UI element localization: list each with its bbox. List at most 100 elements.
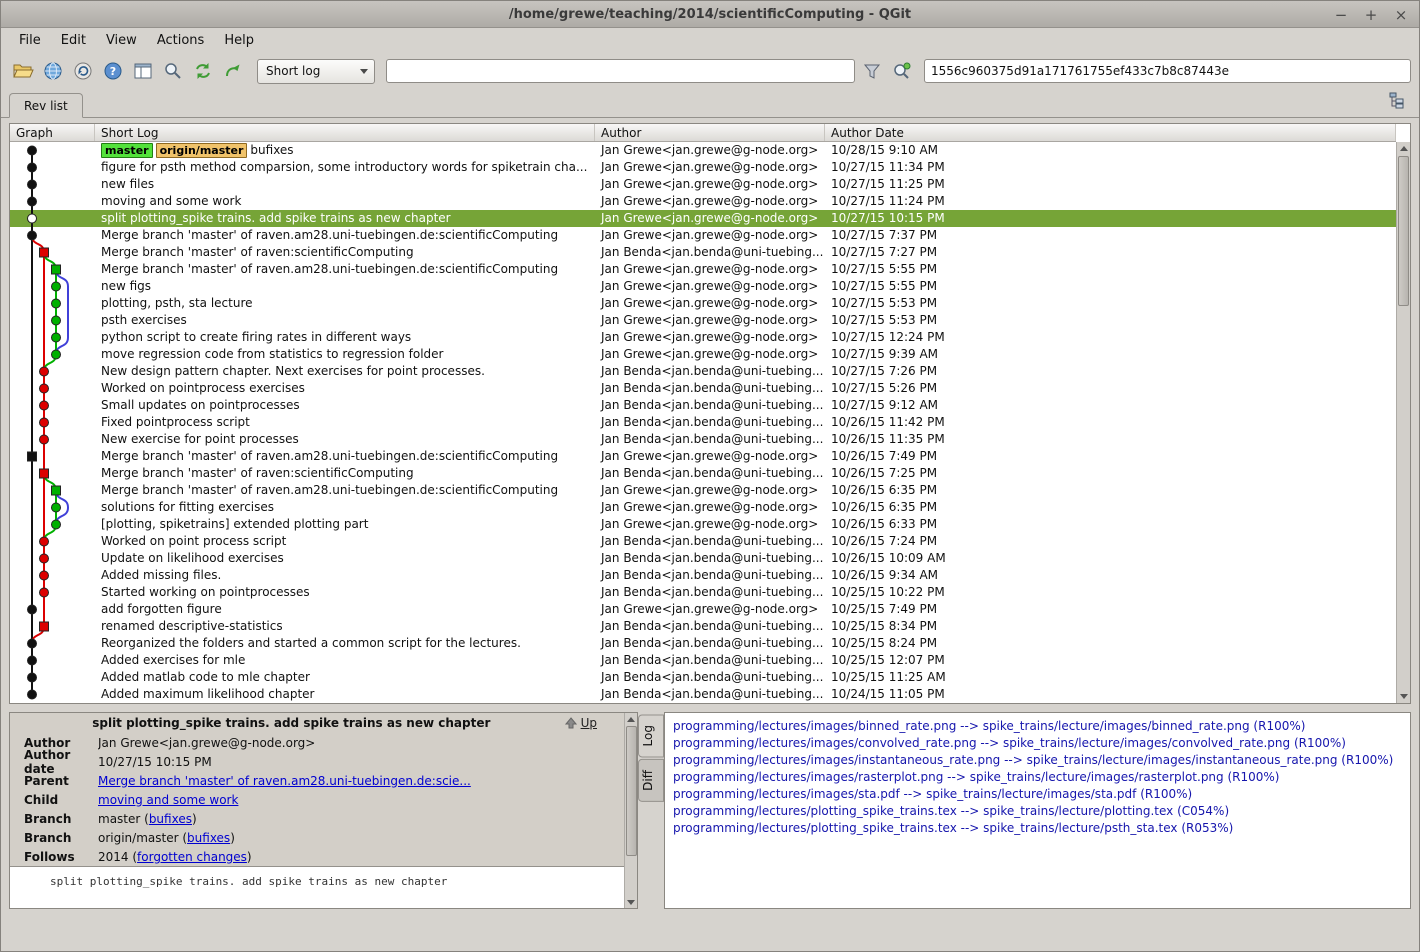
commit-row[interactable]: Merge branch 'master' of raven.am28.uni-… bbox=[10, 482, 1396, 499]
highlight-search-button[interactable] bbox=[888, 58, 915, 85]
commit-row[interactable]: Fixed pointprocess scriptJan Benda<jan.b… bbox=[10, 414, 1396, 431]
commit-row[interactable]: new figsJan Grewe<jan.grewe@g-node.org>1… bbox=[10, 278, 1396, 295]
commit-row[interactable]: figure for psth method comparsion, some … bbox=[10, 159, 1396, 176]
maximize-button[interactable]: + bbox=[1363, 6, 1379, 24]
file-rename-entry[interactable]: programming/lectures/images/binned_rate.… bbox=[673, 718, 1402, 735]
help-icon: ? bbox=[103, 61, 123, 81]
menu-view[interactable]: View bbox=[98, 30, 145, 51]
detail-label: Branch bbox=[10, 831, 98, 845]
detail-link[interactable]: bufixes bbox=[149, 812, 192, 826]
commit-author: Jan Grewe<jan.grewe@g-node.org> bbox=[595, 261, 825, 278]
commit-row[interactable]: python script to create firing rates in … bbox=[10, 329, 1396, 346]
commit-row[interactable]: Update on likelihood exercisesJan Benda<… bbox=[10, 550, 1396, 567]
help-button[interactable]: ? bbox=[99, 58, 126, 85]
column-header-short-log[interactable]: Short Log bbox=[95, 124, 595, 141]
commit-row[interactable]: masterorigin/masterbufixesJan Grewe<jan.… bbox=[10, 142, 1396, 159]
commit-subject: Fixed pointprocess script bbox=[101, 414, 250, 431]
commit-row[interactable]: Worked on point process scriptJan Benda<… bbox=[10, 533, 1396, 550]
details-scrollbar[interactable] bbox=[624, 713, 637, 908]
detail-link[interactable]: moving and some work bbox=[98, 793, 238, 807]
file-rename-entry[interactable]: programming/lectures/images/instantaneou… bbox=[673, 752, 1402, 769]
commit-row[interactable]: moving and some workJan Grewe<jan.grewe@… bbox=[10, 193, 1396, 210]
commit-row[interactable]: Added maximum likelihood chapterJan Bend… bbox=[10, 686, 1396, 703]
horizontal-splitter[interactable] bbox=[1, 704, 1419, 712]
detail-link[interactable]: bufixes bbox=[187, 831, 230, 845]
detail-link[interactable]: Merge branch 'master' of raven.am28.uni-… bbox=[98, 774, 471, 788]
revision-filter-input[interactable] bbox=[386, 59, 855, 83]
commit-log-cell: Added maximum likelihood chapter bbox=[95, 686, 595, 703]
commit-row[interactable]: Added matlab code to mle chapterJan Bend… bbox=[10, 669, 1396, 686]
commit-row[interactable]: Merge branch 'master' of raven.am28.uni-… bbox=[10, 448, 1396, 465]
sha-input[interactable] bbox=[924, 59, 1411, 83]
open-repository-button[interactable] bbox=[9, 58, 36, 85]
detail-value: 2014 (forgotten changes) bbox=[98, 850, 268, 864]
commit-log-cell: Merge branch 'master' of raven.am28.uni-… bbox=[95, 448, 595, 465]
refresh-button[interactable] bbox=[189, 58, 216, 85]
commit-row[interactable]: add forgotten figureJan Grewe<jan.grewe@… bbox=[10, 601, 1396, 618]
tab-diff[interactable]: Diff bbox=[638, 759, 664, 802]
commit-row[interactable]: Merge branch 'master' of raven.am28.uni-… bbox=[10, 227, 1396, 244]
scrollbar-thumb[interactable] bbox=[1398, 156, 1409, 306]
column-header-author[interactable]: Author bbox=[595, 124, 825, 141]
column-header-author-date[interactable]: Author Date bbox=[825, 124, 1396, 141]
commit-row[interactable]: Merge branch 'master' of raven:scientifi… bbox=[10, 244, 1396, 261]
reload-button[interactable] bbox=[219, 58, 246, 85]
close-button[interactable]: × bbox=[1393, 6, 1409, 24]
back-button[interactable] bbox=[69, 58, 96, 85]
commit-author: Jan Benda<jan.benda@uni-tuebing... bbox=[595, 465, 825, 482]
commit-row[interactable]: Reorganized the folders and started a co… bbox=[10, 635, 1396, 652]
commit-author: Jan Grewe<jan.grewe@g-node.org> bbox=[595, 278, 825, 295]
commit-row[interactable]: Merge branch 'master' of raven:scientifi… bbox=[10, 465, 1396, 482]
commit-row[interactable]: Merge branch 'master' of raven.am28.uni-… bbox=[10, 261, 1396, 278]
column-header-graph[interactable]: Graph bbox=[10, 124, 95, 141]
commit-row[interactable]: split plotting_spike trains. add spike t… bbox=[10, 210, 1396, 227]
commit-date: 10/24/15 11:05 PM bbox=[825, 686, 1396, 703]
commit-row[interactable]: New design pattern chapter. Next exercis… bbox=[10, 363, 1396, 380]
commit-row[interactable]: [plotting, spiketrains] extended plottin… bbox=[10, 516, 1396, 533]
scroll-up-arrow[interactable] bbox=[1397, 142, 1410, 155]
minimize-button[interactable]: − bbox=[1333, 6, 1349, 24]
commit-row[interactable]: Worked on pointprocess exercisesJan Bend… bbox=[10, 380, 1396, 397]
file-rename-entry[interactable]: programming/lectures/plotting_spike_trai… bbox=[673, 820, 1402, 837]
tab-log[interactable]: Log bbox=[638, 714, 664, 757]
commit-row[interactable]: Started working on pointprocessesJan Ben… bbox=[10, 584, 1396, 601]
tab-rev-list[interactable]: Rev list bbox=[9, 93, 83, 118]
commit-row[interactable]: plotting, psth, sta lectureJan Grewe<jan… bbox=[10, 295, 1396, 312]
up-button[interactable]: Up bbox=[565, 716, 597, 730]
commit-log-cell: Reorganized the folders and started a co… bbox=[95, 635, 595, 652]
commit-subject: Added matlab code to mle chapter bbox=[101, 669, 310, 686]
commit-row[interactable]: renamed descriptive-statisticsJan Benda<… bbox=[10, 618, 1396, 635]
scrollbar-thumb[interactable] bbox=[626, 726, 637, 856]
browse-button[interactable] bbox=[39, 58, 66, 85]
file-rename-entry[interactable]: programming/lectures/plotting_spike_trai… bbox=[673, 803, 1402, 820]
window-title: /home/grewe/teaching/2014/scientificComp… bbox=[1, 7, 1419, 22]
menu-file[interactable]: File bbox=[11, 30, 49, 51]
toggle-tree-button[interactable] bbox=[1387, 90, 1409, 113]
rev-list-scrollbar[interactable] bbox=[1396, 142, 1410, 703]
scroll-down-arrow[interactable] bbox=[625, 896, 637, 908]
log-view-select[interactable]: Short log bbox=[257, 59, 375, 84]
panes-icon bbox=[133, 61, 153, 81]
commit-date: 10/27/15 11:25 PM bbox=[825, 176, 1396, 193]
file-rename-entry[interactable]: programming/lectures/images/rasterplot.p… bbox=[673, 769, 1402, 786]
menu-help[interactable]: Help bbox=[216, 30, 262, 51]
detail-link[interactable]: forgotten changes bbox=[137, 850, 247, 864]
commit-row[interactable]: Added exercises for mleJan Benda<jan.ben… bbox=[10, 652, 1396, 669]
commit-row[interactable]: move regression code from statistics to … bbox=[10, 346, 1396, 363]
menu-actions[interactable]: Actions bbox=[149, 30, 213, 51]
commit-row[interactable]: Small updates on pointprocessesJan Benda… bbox=[10, 397, 1396, 414]
commit-row[interactable]: new filesJan Grewe<jan.grewe@g-node.org>… bbox=[10, 176, 1396, 193]
menu-edit[interactable]: Edit bbox=[53, 30, 94, 51]
filter-button[interactable] bbox=[858, 58, 885, 85]
commit-row[interactable]: solutions for fitting exercisesJan Grewe… bbox=[10, 499, 1396, 516]
file-rename-entry[interactable]: programming/lectures/images/convolved_ra… bbox=[673, 735, 1402, 752]
scroll-down-arrow[interactable] bbox=[1397, 690, 1410, 703]
search-tool-button[interactable] bbox=[159, 58, 186, 85]
toggle-panes-button[interactable] bbox=[129, 58, 156, 85]
commit-author: Jan Grewe<jan.grewe@g-node.org> bbox=[595, 210, 825, 227]
commit-row[interactable]: psth exercisesJan Grewe<jan.grewe@g-node… bbox=[10, 312, 1396, 329]
commit-row[interactable]: New exercise for point processesJan Bend… bbox=[10, 431, 1396, 448]
commit-row[interactable]: Added missing files.Jan Benda<jan.benda@… bbox=[10, 567, 1396, 584]
scroll-up-arrow[interactable] bbox=[625, 713, 637, 725]
file-rename-entry[interactable]: programming/lectures/images/sta.pdf --> … bbox=[673, 786, 1402, 803]
